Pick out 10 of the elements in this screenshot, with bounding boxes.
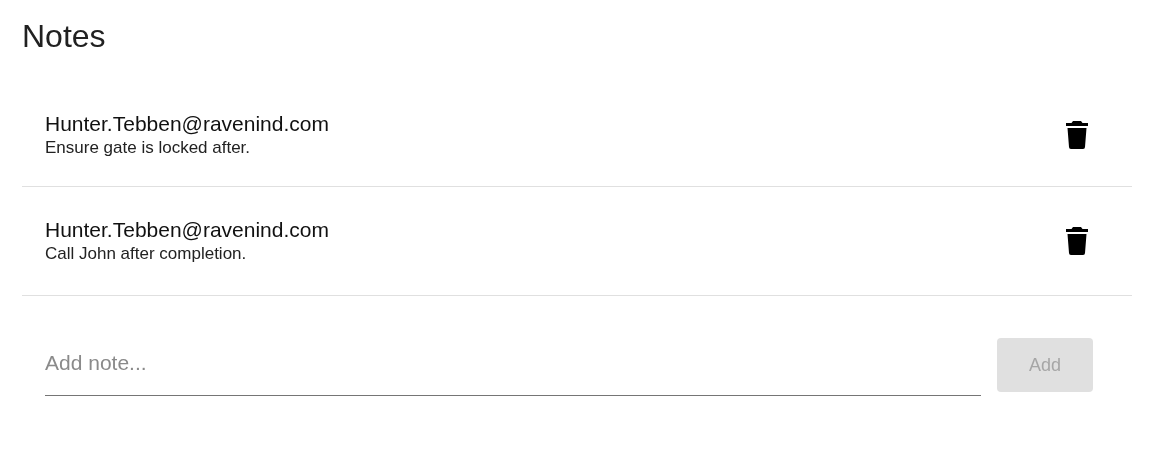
page-title: Notes [22, 17, 107, 56]
delete-button[interactable] [1066, 121, 1088, 149]
delete-button[interactable] [1066, 227, 1088, 255]
note-text: Call John after completion. [45, 243, 248, 265]
note-text: Ensure gate is locked after. [45, 137, 252, 159]
trash-icon [1066, 121, 1088, 149]
note-author: Hunter.Tebben@ravenind.com [45, 217, 329, 243]
trash-icon [1066, 227, 1088, 255]
note-input[interactable]: Add note... [45, 343, 981, 396]
note-author: Hunter.Tebben@ravenind.com [45, 111, 329, 137]
